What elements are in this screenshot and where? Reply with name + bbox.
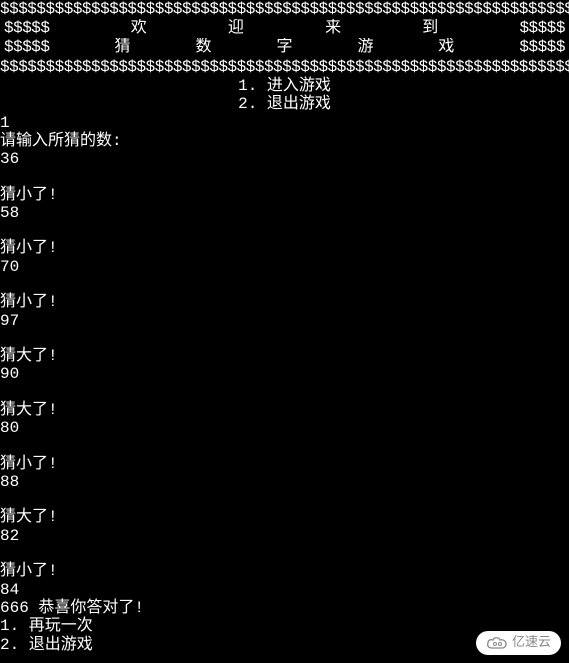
main-menu: 1. 进入游戏 2. 退出游戏 bbox=[0, 77, 569, 114]
win-message: 666 恭喜你答对了! bbox=[0, 599, 569, 617]
banner-title-char: 到 bbox=[422, 19, 438, 38]
banner-edge-right: $$$$$ bbox=[519, 19, 565, 38]
banner-edge-left: $$$$$ bbox=[4, 38, 50, 57]
banner-border-bottom: $$$$$$$$$$$$$$$$$$$$$$$$$$$$$$$$$$$$$$$$… bbox=[0, 58, 569, 77]
game-session: 1 请输入所猜的数: 36 猜小了! 58 猜小了! 70 猜小了! 97 猜大… bbox=[0, 114, 569, 655]
guess-feedback: 猜小了! bbox=[0, 186, 569, 204]
watermark-text: 亿速云 bbox=[512, 635, 551, 651]
user-choice: 1 bbox=[0, 114, 569, 132]
banner-subtitle-char: 戏 bbox=[438, 38, 454, 57]
guess-value: 36 bbox=[0, 150, 569, 168]
guess-feedback: 猜小了! bbox=[0, 293, 569, 311]
menu-option-exit[interactable]: 2. 退出游戏 bbox=[0, 95, 569, 113]
banner-title-char: 来 bbox=[325, 19, 341, 38]
banner-edge-left: $$$$$ bbox=[4, 19, 50, 38]
banner-subtitle-char: 字 bbox=[276, 38, 292, 57]
guess-value: 90 bbox=[0, 365, 569, 383]
guess-value: 84 bbox=[0, 581, 569, 599]
guess-value: 88 bbox=[0, 473, 569, 491]
banner-edge-right: $$$$$ bbox=[519, 38, 565, 57]
guess-prompt: 请输入所猜的数: bbox=[0, 132, 569, 150]
guess-feedback: 猜小了! bbox=[0, 455, 569, 473]
cloud-icon bbox=[486, 636, 508, 650]
banner-subtitle-char: 猜 bbox=[114, 38, 130, 57]
banner: $$$$$$$$$$$$$$$$$$$$$$$$$$$$$$$$$$$$$$$$… bbox=[0, 0, 569, 77]
guess-feedback: 猜小了! bbox=[0, 239, 569, 257]
guess-feedback: 猜大了! bbox=[0, 508, 569, 526]
banner-subtitle-char: 数 bbox=[195, 38, 211, 57]
menu-option-enter[interactable]: 1. 进入游戏 bbox=[0, 77, 569, 95]
guess-value: 70 bbox=[0, 258, 569, 276]
banner-title-row: $$$$$ 欢 迎 来 到 $$$$$ bbox=[0, 19, 569, 38]
banner-border-top: $$$$$$$$$$$$$$$$$$$$$$$$$$$$$$$$$$$$$$$$… bbox=[0, 0, 569, 19]
guess-feedback: 猜小了! bbox=[0, 562, 569, 580]
guess-value: 97 bbox=[0, 312, 569, 330]
banner-subtitle-char: 游 bbox=[357, 38, 373, 57]
guess-value: 58 bbox=[0, 204, 569, 222]
banner-title-char: 迎 bbox=[228, 19, 244, 38]
watermark: 亿速云 bbox=[476, 631, 561, 655]
banner-title-char: 欢 bbox=[131, 19, 147, 38]
guess-value: 82 bbox=[0, 527, 569, 545]
guess-feedback: 猜大了! bbox=[0, 347, 569, 365]
banner-subtitle-row: $$$$$ 猜 数 字 游 戏 $$$$$ bbox=[0, 38, 569, 57]
guess-value: 80 bbox=[0, 419, 569, 437]
guess-feedback: 猜大了! bbox=[0, 401, 569, 419]
